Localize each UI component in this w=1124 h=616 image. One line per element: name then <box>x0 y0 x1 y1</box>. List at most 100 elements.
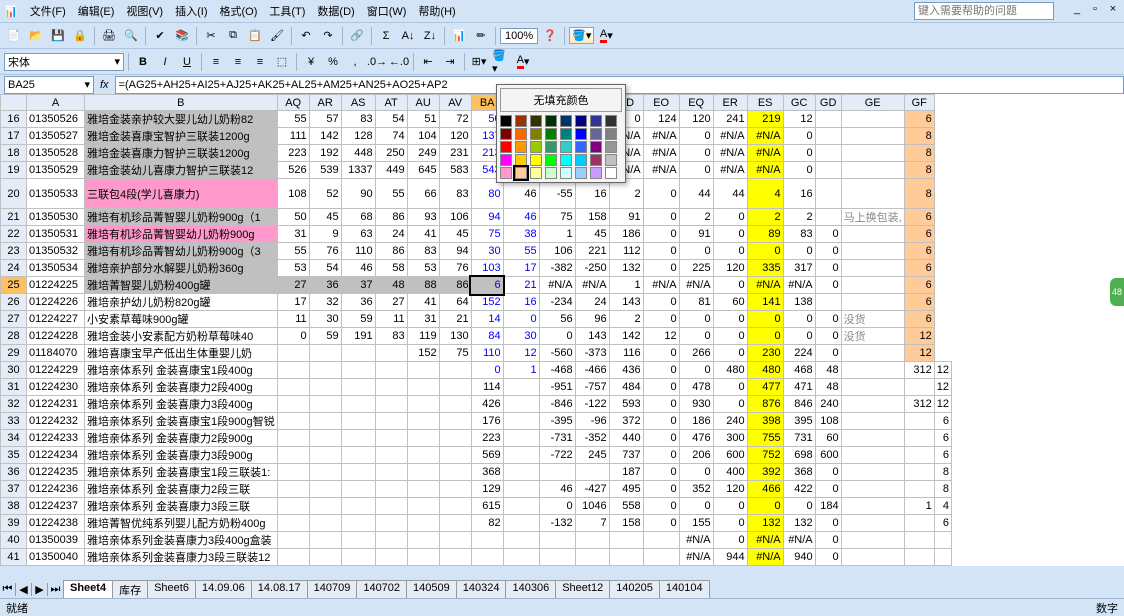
cell[interactable]: 52 <box>309 179 341 209</box>
cell[interactable]: 224 <box>783 345 815 362</box>
cell[interactable] <box>375 430 407 447</box>
cell[interactable]: 0 <box>643 345 679 362</box>
cell[interactable]: 37 <box>341 277 375 294</box>
cell[interactable]: 128 <box>341 128 375 145</box>
cell[interactable]: 75 <box>439 345 471 362</box>
cell[interactable]: 6 <box>471 277 503 294</box>
open-icon[interactable]: 📂 <box>26 26 46 46</box>
cell[interactable]: 01184070 <box>27 345 85 362</box>
cell[interactable]: 0 <box>713 515 747 532</box>
cell[interactable]: 312 <box>904 362 934 379</box>
color-swatch[interactable] <box>515 141 527 153</box>
cell[interactable]: 1 <box>539 226 575 243</box>
color-swatch[interactable] <box>575 141 587 153</box>
cell[interactable] <box>407 362 439 379</box>
cell[interactable]: 583 <box>439 162 471 179</box>
row-header[interactable]: 41 <box>1 549 27 566</box>
cell[interactable] <box>277 396 309 413</box>
cell[interactable]: 01350531 <box>27 226 85 243</box>
cell[interactable]: 876 <box>747 396 783 413</box>
row-header[interactable]: 16 <box>1 111 27 128</box>
cell[interactable] <box>841 515 904 532</box>
cell[interactable]: 400 <box>713 464 747 481</box>
cell[interactable]: 0 <box>643 430 679 447</box>
cell[interactable]: 60 <box>815 430 841 447</box>
cell[interactable]: 0 <box>815 345 841 362</box>
cell[interactable]: 46 <box>503 179 539 209</box>
cell[interactable]: 480 <box>713 362 747 379</box>
row-header[interactable]: 32 <box>1 396 27 413</box>
cell[interactable]: 944 <box>713 549 747 566</box>
cell[interactable] <box>904 413 934 430</box>
cell[interactable]: 50 <box>277 209 309 226</box>
cell[interactable]: 0 <box>643 379 679 396</box>
cell[interactable]: -466 <box>575 362 609 379</box>
color-swatch[interactable] <box>545 141 557 153</box>
cell[interactable]: #N/A <box>679 277 713 294</box>
cell[interactable] <box>375 379 407 396</box>
cell[interactable] <box>407 481 439 498</box>
cell[interactable] <box>407 430 439 447</box>
cell[interactable]: 01350529 <box>27 162 85 179</box>
color-swatch[interactable] <box>500 141 512 153</box>
color-swatch[interactable] <box>515 154 527 166</box>
color-swatch[interactable] <box>545 167 557 179</box>
cell[interactable]: 12 <box>904 328 934 345</box>
cell[interactable]: 01224234 <box>27 447 85 464</box>
cell[interactable]: 27 <box>375 294 407 311</box>
row-header[interactable]: 34 <box>1 430 27 447</box>
undo-icon[interactable]: ↶ <box>296 26 316 46</box>
cell[interactable]: 477 <box>747 379 783 396</box>
format-painter-icon[interactable]: 🖌 <box>267 26 287 46</box>
cell[interactable] <box>309 549 341 566</box>
cell[interactable]: 112 <box>609 243 643 260</box>
col-header[interactable]: EQ <box>679 95 713 111</box>
cell[interactable]: 90 <box>341 179 375 209</box>
cell[interactable] <box>503 464 539 481</box>
cell[interactable]: 16 <box>503 294 539 311</box>
cell[interactable] <box>309 345 341 362</box>
cell[interactable]: 223 <box>277 145 309 162</box>
name-box[interactable]: BA25▾ <box>4 76 94 94</box>
cell[interactable] <box>375 345 407 362</box>
cell[interactable]: 8 <box>934 464 951 481</box>
cell[interactable]: 449 <box>375 162 407 179</box>
cell[interactable]: 30 <box>503 328 539 345</box>
col-header[interactable]: GC <box>783 95 815 111</box>
cell[interactable]: 114 <box>471 379 503 396</box>
cell[interactable]: 6 <box>934 430 951 447</box>
cell[interactable]: 56 <box>539 311 575 328</box>
cell[interactable]: 1046 <box>575 498 609 515</box>
cell[interactable]: 74 <box>375 128 407 145</box>
menu-data[interactable]: 数据(D) <box>317 3 354 19</box>
cell[interactable]: 142 <box>609 328 643 345</box>
cell[interactable]: 57 <box>309 111 341 128</box>
cell[interactable]: -250 <box>575 260 609 277</box>
cell[interactable] <box>407 515 439 532</box>
cell[interactable]: 0 <box>815 311 841 328</box>
cell[interactable] <box>375 362 407 379</box>
cell[interactable]: 6 <box>904 260 934 277</box>
font-color-icon-2[interactable]: A▾ <box>513 52 533 72</box>
cell[interactable]: #N/A <box>643 162 679 179</box>
cell[interactable]: 93 <box>407 209 439 226</box>
cell[interactable]: 01350534 <box>27 260 85 277</box>
cell[interactable]: 38 <box>503 226 539 243</box>
cell[interactable] <box>309 498 341 515</box>
color-swatch[interactable] <box>605 154 617 166</box>
cell[interactable] <box>309 481 341 498</box>
align-left-icon[interactable]: ≡ <box>206 52 226 72</box>
cell[interactable]: 0 <box>783 145 815 162</box>
color-swatch[interactable] <box>575 128 587 140</box>
cell[interactable]: 55 <box>277 111 309 128</box>
color-swatch[interactable] <box>590 128 602 140</box>
cell[interactable] <box>375 515 407 532</box>
cell[interactable]: 01350039 <box>27 532 85 549</box>
cell[interactable] <box>815 145 841 162</box>
cell[interactable]: 846 <box>783 396 815 413</box>
cell[interactable]: 0 <box>747 311 783 328</box>
cell[interactable]: #N/A <box>539 277 575 294</box>
cell[interactable]: 雅培有机珍品菁智婴幼儿奶粉900g <box>85 226 278 243</box>
cell[interactable] <box>841 260 904 277</box>
cell[interactable]: 130 <box>439 328 471 345</box>
